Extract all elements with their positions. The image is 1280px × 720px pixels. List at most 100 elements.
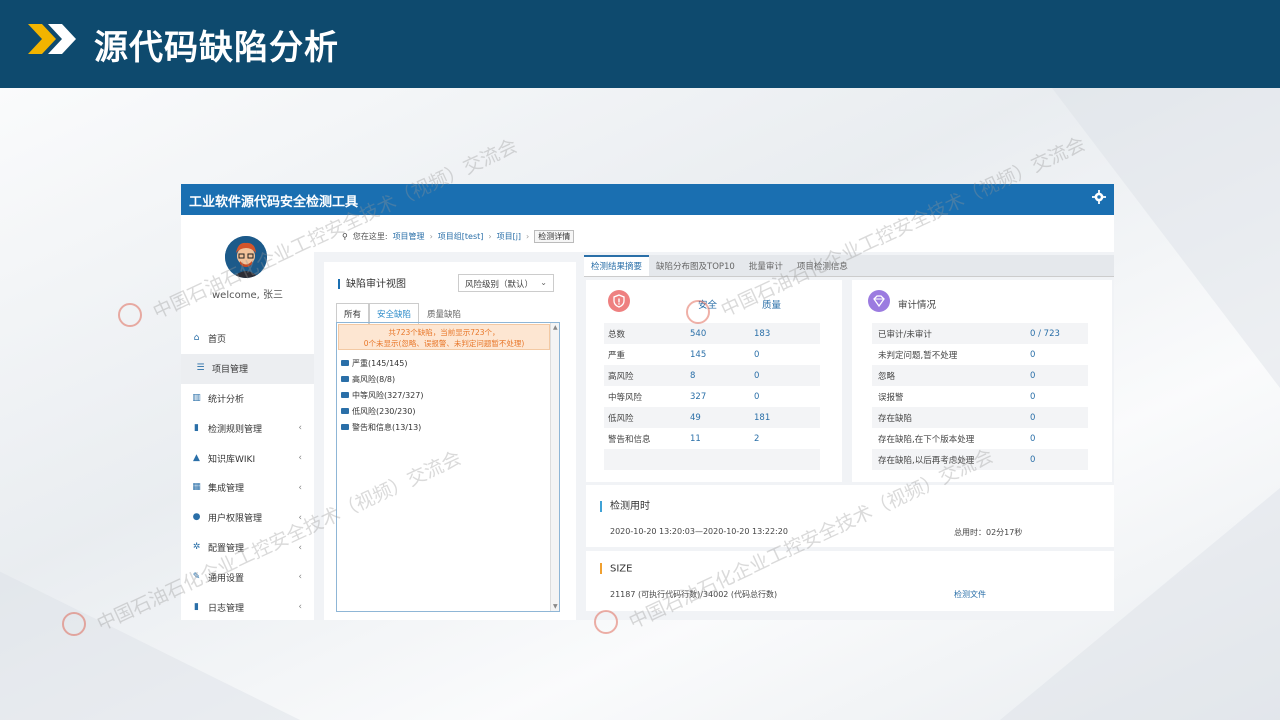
detect-time-range: 2020-10-20 13:20:03—2020-10-20 13:22:20 xyxy=(610,527,788,536)
table-cell-security[interactable]: 145 xyxy=(690,350,754,360)
table-cell-quality[interactable]: 2 xyxy=(754,434,814,444)
tree-item[interactable]: 中等风险(327/327) xyxy=(341,387,423,403)
sidebar-item-1[interactable]: ☰ 项目管理 xyxy=(181,353,314,384)
sidebar-item-3[interactable]: ▮ 检测规则管理 ‹ xyxy=(181,413,314,443)
table-cell-value[interactable]: 0 xyxy=(1030,413,1088,423)
breadcrumb-item-project[interactable]: 项目[j] xyxy=(497,231,521,242)
bar-chart-icon: ▥ xyxy=(192,392,201,403)
table-row: 忽略 0 xyxy=(872,365,1088,386)
result-area: 检测结果摘要 缺陷分布图及TOP10 批量审计 项目检测信息 安全 质量 总数 5… xyxy=(584,255,1114,620)
table-row: 警告和信息 11 2 xyxy=(604,428,820,449)
size-lines: 21187 (可执行代码行数)/34002 (代码总行数) xyxy=(610,590,778,599)
table-cell-value[interactable]: 0 / 723 xyxy=(1030,329,1088,339)
table-cell-quality[interactable]: 183 xyxy=(754,329,814,339)
column-quality: 质量 xyxy=(762,300,782,311)
size-title: SIZE xyxy=(600,563,632,575)
detect-duration: 总用时：02分17秒 xyxy=(954,528,1023,537)
breadcrumb-current: 检测详情 xyxy=(534,230,575,243)
sidebar-item-label: 配置管理 xyxy=(208,543,245,554)
table-cell-quality[interactable]: 0 xyxy=(754,350,814,360)
table-cell-quality[interactable]: 0 xyxy=(754,371,814,381)
tab-defect-distribution[interactable]: 缺陷分布图及TOP10 xyxy=(649,255,742,276)
table-cell-label: 低风险 xyxy=(608,413,634,424)
audit-view-panel: 缺陷审计视图 风险级别（默认） ⌄ 所有 安全缺陷 质量缺陷 共723个缺陷，当… xyxy=(324,262,576,620)
avatar[interactable] xyxy=(225,236,267,278)
chevron-left-icon: ‹ xyxy=(298,572,302,583)
table-cell-security[interactable]: 8 xyxy=(690,371,754,381)
sidebar-item-8[interactable]: ✎ 通用设置 ‹ xyxy=(181,562,314,592)
sidebar-item-6[interactable]: ● 用户权限管理 ‹ xyxy=(181,503,314,533)
sidebar-item-label: 检测规则管理 xyxy=(208,424,263,435)
sidebar-item-label: 知识库WIKI xyxy=(208,454,256,465)
sidebar: welcome, 张三 ⌂ 首页 ☰ 项目管理 ▥ 统计分析 ▮ 检测规则管理 ‹ ▲ 知识库WIK… xyxy=(181,215,314,620)
audit-status-rows: 已审计/未审计 0 / 723 未判定问题,暂不处理 0 忽略 0 误报警 0 存在缺陷 0 存在缺… xyxy=(872,323,1088,470)
table-cell-security[interactable]: 327 xyxy=(690,392,754,402)
sidebar-item-label: 用户权限管理 xyxy=(208,514,263,525)
table-cell-quality[interactable]: 0 xyxy=(754,392,814,402)
table-cell-value[interactable]: 0 xyxy=(1030,350,1088,360)
app-title: 工业软件源代码安全检测工具 xyxy=(189,195,359,210)
table-cell-security[interactable]: 540 xyxy=(690,329,754,339)
tab-result-summary[interactable]: 检测结果摘要 xyxy=(584,255,650,276)
tree-item[interactable]: 严重(145/145) xyxy=(341,355,423,371)
grid-icon: ▦ xyxy=(192,482,201,493)
risk-level-select[interactable]: 风险级别（默认） ⌄ xyxy=(458,274,554,292)
table-cell-value[interactable]: 0 xyxy=(1030,392,1088,402)
sidebar-item-2[interactable]: ▥ 统计分析 xyxy=(181,384,314,414)
breadcrumb-item-project-management[interactable]: 项目管理 xyxy=(393,231,425,242)
table-cell-label: 警告和信息 xyxy=(608,434,651,445)
breadcrumb-bar: ⚲ 您在这里: 项目管理 › 项目组[test] › 项目[j] › 检测详情 xyxy=(314,215,1114,252)
scroll-up-icon[interactable]: ▲ xyxy=(553,324,558,331)
sidebar-item-label: 集成管理 xyxy=(208,484,245,495)
scrollbar[interactable]: ▲ ▼ xyxy=(550,323,559,611)
welcome-text: welcome, 张三 xyxy=(212,290,283,301)
scroll-down-icon[interactable]: ▼ xyxy=(553,603,558,610)
table-cell-value[interactable]: 0 xyxy=(1030,434,1088,444)
sidebar-item-4[interactable]: ▲ 知识库WIKI ‹ xyxy=(181,443,314,473)
sidebar-item-9[interactable]: ▮ 日志管理 ‹ xyxy=(181,592,314,620)
breadcrumb-separator: › xyxy=(488,232,492,241)
tree-item-label: 严重(145/145) xyxy=(352,358,408,368)
tree-item-label: 低风险(230/230) xyxy=(352,406,416,416)
folder-icon xyxy=(341,408,349,414)
sidebar-item-5[interactable]: ▦ 集成管理 ‹ xyxy=(181,473,314,503)
table-cell-label: 严重 xyxy=(608,350,626,361)
breadcrumb-separator: › xyxy=(429,232,433,241)
defect-tree-box: 共723个缺陷，当前显示723个， 0个未显示(忽略、误报警、未判定问题暂不处理… xyxy=(336,322,560,612)
table-cell-label: 误报警 xyxy=(878,392,904,403)
tab-project-info[interactable]: 项目检测信息 xyxy=(790,255,855,276)
table-cell-label: 忽略 xyxy=(878,371,896,382)
tree-item[interactable]: 低风险(230/230) xyxy=(341,403,423,419)
detect-time-card: 检测用时 2020-10-20 13:20:03—2020-10-20 13:2… xyxy=(586,485,1114,547)
tree-item[interactable]: 警告和信息(13/13) xyxy=(341,419,423,435)
summary-card: 安全 质量 总数 540 183 严重 145 0 高风险 8 0 中等风险 327 0 低风险 49 18… xyxy=(586,280,842,482)
table-cell-security[interactable]: 49 xyxy=(690,413,754,423)
sidebar-item-7[interactable]: ✲ 配置管理 ‹ xyxy=(181,533,314,563)
home-icon: ⌂ xyxy=(193,333,200,344)
table-cell-label: 总数 xyxy=(608,329,626,340)
table-row: 存在缺陷,以后再考虑处理 0 xyxy=(872,449,1088,470)
table-cell-label: 存在缺陷 xyxy=(878,413,913,424)
sidebar-item-label: 首页 xyxy=(208,335,227,346)
table-cell-value[interactable]: 0 xyxy=(1030,371,1088,381)
breadcrumb-item-project-group[interactable]: 项目组[test] xyxy=(438,231,484,242)
table-row-empty xyxy=(604,449,820,470)
tree-item[interactable]: 高风险(8/8) xyxy=(341,371,423,387)
defect-notice: 共723个缺陷，当前显示723个， 0个未显示(忽略、误报警、未判定问题暂不处理… xyxy=(338,324,550,350)
table-cell-security[interactable]: 11 xyxy=(690,434,754,444)
sidebar-item-0[interactable]: ⌂ 首页 xyxy=(181,324,314,354)
audit-view-title: 缺陷审计视图 xyxy=(338,275,406,290)
chevron-down-icon: ⌄ xyxy=(540,278,547,287)
book-icon: ▮ xyxy=(194,422,199,433)
result-tabs: 检测结果摘要 缺陷分布图及TOP10 批量审计 项目检测信息 xyxy=(584,255,1114,277)
detected-files-link[interactable]: 检测文件 xyxy=(954,589,986,600)
sidebar-item-label: 统计分析 xyxy=(208,394,245,405)
table-cell-quality[interactable]: 181 xyxy=(754,413,814,423)
table-cell-label: 高风险 xyxy=(608,371,634,382)
folder-icon xyxy=(341,376,349,382)
app-topbar: 工业软件源代码安全检测工具 xyxy=(181,184,1114,215)
table-cell-value[interactable]: 0 xyxy=(1030,455,1088,465)
gear-icon[interactable] xyxy=(1092,190,1106,204)
chevron-left-icon: ‹ xyxy=(298,512,302,523)
tab-batch-audit[interactable]: 批量审计 xyxy=(742,255,790,276)
